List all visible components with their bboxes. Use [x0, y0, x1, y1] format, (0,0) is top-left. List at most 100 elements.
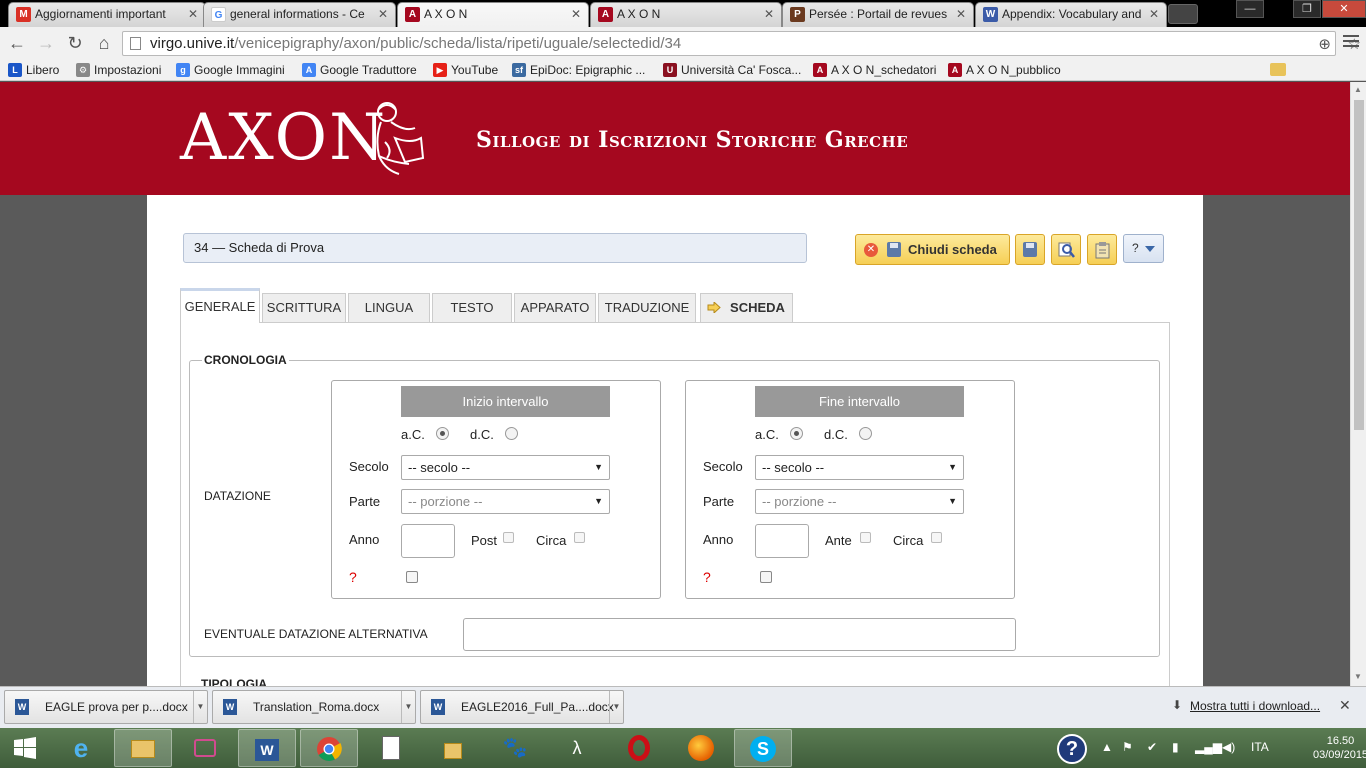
- clipboard-button[interactable]: [1087, 234, 1117, 265]
- bookmark-youtube[interactable]: ▶ YouTube: [433, 62, 498, 78]
- downloads-bar: W EAGLE prova per p....docx ▼ W Translat…: [0, 686, 1366, 728]
- parte-select[interactable]: -- porzione -- ▼: [401, 489, 610, 514]
- gimp-icon[interactable]: 🐾: [486, 729, 544, 767]
- bookmark-ca-foscari[interactable]: U Università Ca' Fosca...: [663, 62, 801, 78]
- save-button[interactable]: [1015, 234, 1045, 265]
- network-icon[interactable]: ▂▄▆: [1195, 740, 1222, 754]
- secolo-select[interactable]: -- secolo -- ▼: [401, 455, 610, 480]
- remote-desktop-icon[interactable]: [176, 729, 234, 767]
- lambda-icon[interactable]: λ: [548, 729, 606, 767]
- close-window-icon[interactable]: ✕: [1322, 0, 1366, 18]
- bookmark-axon-pubblico[interactable]: A A X O N_pubblico: [948, 62, 1061, 78]
- restore-icon[interactable]: ❐: [1293, 0, 1321, 18]
- windows-start-icon[interactable]: [0, 729, 50, 767]
- close-tab-icon[interactable]: ✕: [956, 3, 966, 25]
- uncertain-checkbox[interactable]: [406, 571, 418, 583]
- language-indicator[interactable]: ITA: [1251, 740, 1269, 754]
- datazione-alternativa-input[interactable]: [463, 618, 1016, 651]
- show-all-downloads-link[interactable]: ⬇ Mostra tutti i download...: [1172, 698, 1320, 713]
- document-icon[interactable]: [362, 729, 420, 767]
- close-tab-icon[interactable]: ✕: [1149, 3, 1159, 25]
- folder-icon[interactable]: [1270, 63, 1286, 76]
- tab-apparato[interactable]: APPARATO: [514, 293, 596, 322]
- anno-input[interactable]: [755, 524, 809, 558]
- close-tab-icon[interactable]: ✕: [378, 3, 388, 25]
- tray-expand-icon[interactable]: ▲: [1101, 740, 1113, 754]
- browser-tab-persee[interactable]: P Persée : Portail de revues ✕: [782, 2, 974, 27]
- zoom-icon[interactable]: ⊕: [1318, 33, 1331, 56]
- tab-generale[interactable]: GENERALE: [180, 288, 260, 323]
- close-tab-icon[interactable]: ✕: [188, 3, 198, 25]
- circa-checkbox[interactable]: [931, 532, 942, 543]
- browser-tab-google[interactable]: G general informations - Ce ✕: [203, 2, 396, 27]
- chevron-down-icon[interactable]: ▼: [609, 691, 623, 723]
- download-item[interactable]: W EAGLE prova per p....docx ▼: [4, 690, 208, 724]
- scheda-title-field[interactable]: 34 — Scheda di Prova: [183, 233, 807, 263]
- preview-button[interactable]: [1051, 234, 1081, 265]
- help-dropdown-button[interactable]: ?: [1123, 234, 1164, 263]
- tab-testo[interactable]: TESTO: [432, 293, 512, 322]
- era-ac-radio[interactable]: [790, 427, 803, 440]
- bookmark-google-traduttore[interactable]: A Google Traduttore: [302, 62, 417, 78]
- volume-icon[interactable]: ◀): [1222, 740, 1235, 754]
- reload-icon[interactable]: ↻: [64, 33, 86, 53]
- lock-icon[interactable]: [424, 729, 482, 767]
- chevron-down-icon[interactable]: ▼: [193, 691, 207, 723]
- tab-traduzione[interactable]: TRADUZIONE: [598, 293, 696, 322]
- help-icon[interactable]: ?: [1057, 734, 1087, 764]
- chrome-icon[interactable]: [300, 729, 358, 767]
- firefox-icon[interactable]: [672, 729, 730, 767]
- tab-lingua[interactable]: LINGUA: [348, 293, 430, 322]
- bookmark-libero[interactable]: L Libero: [8, 62, 59, 78]
- bookmark-impostazioni[interactable]: ⚙ Impostazioni: [76, 62, 161, 78]
- chevron-down-icon[interactable]: ▼: [401, 691, 415, 723]
- era-dc-radio[interactable]: [859, 427, 872, 440]
- secolo-select[interactable]: -- secolo -- ▼: [755, 455, 964, 480]
- opera-icon[interactable]: [610, 729, 668, 767]
- close-tab-icon[interactable]: ✕: [571, 3, 581, 25]
- bookmark-epidoc[interactable]: sf EpiDoc: Epigraphic ...: [512, 62, 645, 78]
- browser-tab-axon[interactable]: A A X O N ✕: [590, 2, 782, 27]
- scrollbar-thumb[interactable]: [1354, 100, 1364, 430]
- word-icon[interactable]: W: [238, 729, 296, 767]
- battery-icon[interactable]: ▮: [1172, 740, 1179, 754]
- tab-scheda[interactable]: SCHEDA: [700, 293, 793, 322]
- bookmark-axon-schedatori[interactable]: A A X O N_schedatori: [813, 62, 936, 78]
- uncertain-checkbox[interactable]: [760, 571, 772, 583]
- bookmark-google-immagini[interactable]: g Google Immagini: [176, 62, 285, 78]
- scroll-up-icon[interactable]: ▲: [1354, 85, 1362, 94]
- browser-tab-appendix[interactable]: W Appendix: Vocabulary and ✕: [975, 2, 1167, 27]
- close-downloads-icon[interactable]: ✕: [1339, 697, 1351, 714]
- action-center-icon[interactable]: ⚑: [1122, 740, 1133, 754]
- post-checkbox[interactable]: [503, 532, 514, 543]
- address-bar[interactable]: virgo.unive.it/venicepigraphy/axon/publi…: [122, 31, 1361, 56]
- skype-icon[interactable]: S: [734, 729, 792, 767]
- ante-checkbox[interactable]: [860, 532, 871, 543]
- forward-icon[interactable]: →: [35, 33, 57, 53]
- axon-icon: A: [598, 7, 613, 22]
- anno-input[interactable]: [401, 524, 455, 558]
- internet-explorer-icon[interactable]: e: [52, 729, 110, 767]
- system-clock[interactable]: 16.50 03/09/2015: [1313, 734, 1366, 762]
- chrome-menu-icon[interactable]: [1343, 35, 1359, 50]
- home-icon[interactable]: ⌂: [93, 33, 115, 53]
- browser-tab-gmail[interactable]: M Aggiornamenti important ✕: [8, 2, 206, 27]
- browser-tab-axon-active[interactable]: A A X O N ✕: [397, 2, 589, 27]
- download-item[interactable]: W EAGLE2016_Full_Pa....docx ▼: [420, 690, 624, 724]
- file-explorer-icon[interactable]: [114, 729, 172, 767]
- tab-scrittura[interactable]: SCRITTURA: [262, 293, 346, 322]
- chiudi-scheda-button[interactable]: ✕ Chiudi scheda: [855, 234, 1010, 265]
- back-icon[interactable]: ←: [6, 33, 28, 53]
- close-tab-icon[interactable]: ✕: [764, 3, 774, 25]
- parte-select[interactable]: -- porzione -- ▼: [755, 489, 964, 514]
- security-icon[interactable]: ✔: [1147, 740, 1157, 754]
- scroll-down-icon[interactable]: ▼: [1354, 672, 1362, 681]
- era-dc-radio[interactable]: [505, 427, 518, 440]
- era-ac-radio[interactable]: [436, 427, 449, 440]
- new-tab-button[interactable]: [1168, 4, 1198, 24]
- minimize-icon[interactable]: —: [1236, 0, 1264, 18]
- download-item[interactable]: W Translation_Roma.docx ▼: [212, 690, 416, 724]
- circa-checkbox[interactable]: [574, 532, 585, 543]
- translate-icon: A: [302, 63, 316, 77]
- page-scrollbar[interactable]: ▲ ▼: [1350, 82, 1366, 686]
